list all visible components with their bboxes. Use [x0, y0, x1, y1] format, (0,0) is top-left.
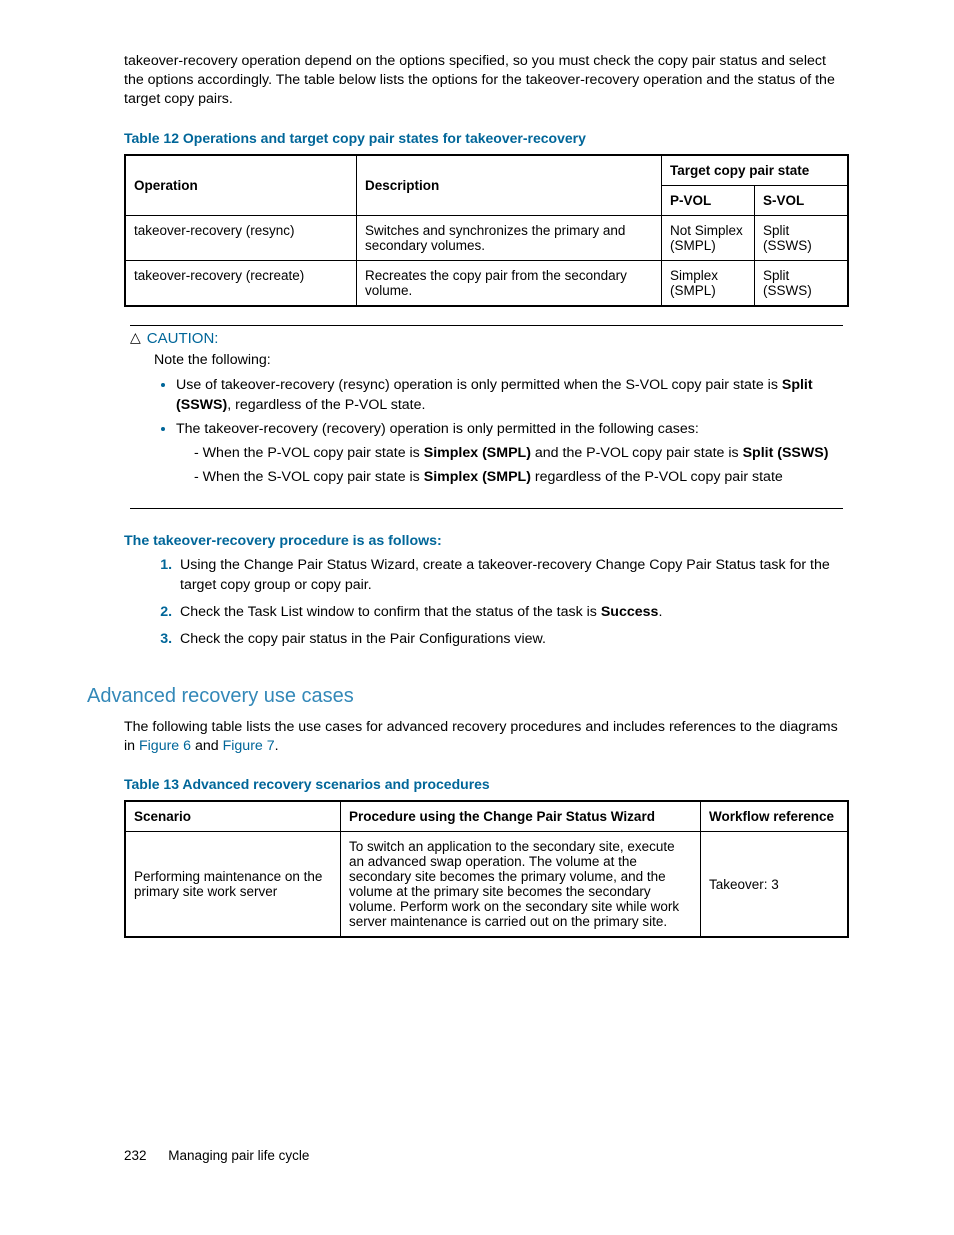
figure7-link[interactable]: Figure 7 [223, 738, 275, 754]
cell-op: takeover-recovery (recreate) [125, 260, 357, 306]
table-row: takeover-recovery (resync) Switches and … [125, 215, 848, 260]
table13-caption: Table 13 Advanced recovery scenarios and… [124, 776, 849, 792]
th-svol: S-VOL [755, 185, 849, 215]
th-workflow: Workflow reference [701, 801, 849, 832]
footer-title: Managing pair life cycle [168, 1148, 309, 1163]
table13: Scenario Procedure using the Change Pair… [124, 800, 849, 938]
cell-workflow: Takeover: 3 [701, 832, 849, 938]
cell-desc: Switches and synchronizes the primary an… [357, 215, 662, 260]
step: Check the copy pair status in the Pair C… [176, 629, 849, 650]
step: Using the Change Pair Status Wizard, cre… [176, 555, 849, 596]
section-heading: Advanced recovery use cases [87, 685, 849, 708]
caution-bullet: Use of takeover-recovery (resync) operat… [176, 376, 843, 416]
page-number: 232 [124, 1148, 147, 1163]
intro-paragraph: takeover-recovery operation depend on th… [124, 52, 849, 110]
section-paragraph: The following table lists the use cases … [124, 718, 849, 756]
caution-block: △ CAUTION: Note the following: Use of ta… [130, 325, 843, 509]
th-target: Target copy pair state [662, 155, 849, 186]
caution-note: Note the following: [154, 351, 843, 371]
cell-pvol: Simplex (SMPL) [662, 260, 755, 306]
table12-caption: Table 12 Operations and target copy pair… [124, 130, 849, 146]
procedure-list: Using the Change Pair Status Wizard, cre… [124, 555, 849, 649]
th-scenario: Scenario [125, 801, 341, 832]
cell-svol: Split (SSWS) [755, 215, 849, 260]
table-row: takeover-recovery (recreate) Recreates t… [125, 260, 848, 306]
cell-desc: Recreates the copy pair from the seconda… [357, 260, 662, 306]
cell-svol: Split (SSWS) [755, 260, 849, 306]
cell-procedure: To switch an application to the secondar… [341, 832, 701, 938]
caution-bullet: The takeover-recovery (recovery) operati… [176, 420, 843, 488]
procedure-heading: The takeover-recovery procedure is as fo… [124, 533, 849, 549]
step: Check the Task List window to confirm th… [176, 602, 849, 623]
caution-subline: - When the P-VOL copy pair state is Simp… [194, 444, 843, 464]
caution-icon: △ [130, 329, 141, 346]
th-procedure: Procedure using the Change Pair Status W… [341, 801, 701, 832]
table-row: Performing maintenance on the primary si… [125, 832, 848, 938]
th-operation: Operation [125, 155, 357, 216]
figure6-link[interactable]: Figure 6 [139, 738, 191, 754]
th-description: Description [357, 155, 662, 216]
cell-scenario: Performing maintenance on the primary si… [125, 832, 341, 938]
caution-subline: - When the S-VOL copy pair state is Simp… [194, 468, 843, 488]
page-footer: 232 Managing pair life cycle [124, 1148, 309, 1163]
cell-pvol: Not Simplex (SMPL) [662, 215, 755, 260]
caution-label: CAUTION: [147, 330, 219, 347]
table12: Operation Description Target copy pair s… [124, 154, 849, 307]
th-pvol: P-VOL [662, 185, 755, 215]
cell-op: takeover-recovery (resync) [125, 215, 357, 260]
